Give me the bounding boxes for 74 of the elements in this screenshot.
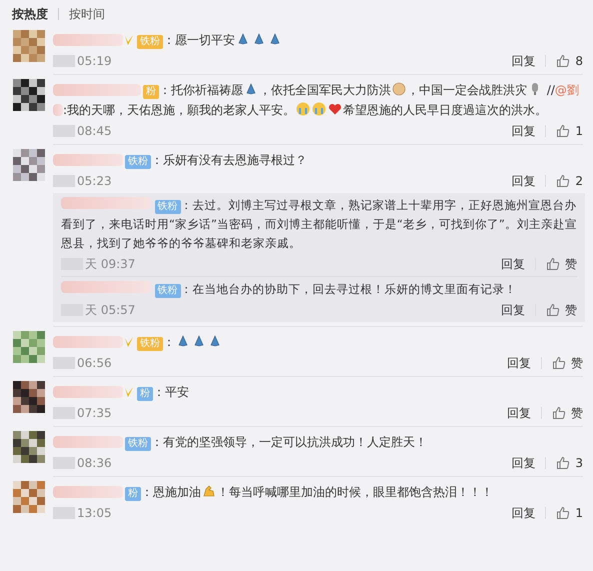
blurred-username: [53, 386, 123, 398]
reply-link[interactable]: 回复: [507, 404, 531, 422]
thumbs-up-icon: [552, 406, 566, 420]
like-button[interactable]: 2: [556, 172, 583, 190]
thumbs-up-icon: [552, 356, 566, 370]
reply-link[interactable]: 回复: [511, 172, 536, 190]
blurred-date: [53, 507, 75, 519]
reply-link[interactable]: 回复: [501, 301, 525, 319]
reply-text: 铁粉 ：在当地台办的协助下，回去寻过根！乐妍的博文里面有记录！: [61, 280, 577, 299]
fan-level-label: 铁粉: [154, 200, 181, 214]
comment-time: 13:05: [77, 505, 112, 522]
fan-level-label: 粉: [143, 85, 159, 99]
like-button[interactable]: 1: [556, 504, 583, 522]
fan-level-label: 粉: [125, 487, 141, 501]
comment-text: :我的天哪，天佑恩施，願我的老家人平安。 希望恩施的人民早日度過這次的洪水。: [63, 101, 548, 119]
comment-time: 05:19: [77, 53, 112, 70]
reply-link[interactable]: 回复: [511, 454, 536, 472]
blurred-username: [53, 336, 123, 348]
blurred-date: [53, 55, 75, 67]
fan-level-label: 铁粉: [125, 155, 151, 169]
blurred-username: [53, 34, 123, 46]
fan-level-label: 铁粉: [125, 437, 151, 451]
comment-time: 天 05:57: [85, 302, 136, 319]
comment-time: 08:36: [77, 455, 112, 472]
sort-tab[interactable]: 按时间: [69, 5, 105, 23]
blurred-date: [53, 407, 75, 419]
crying-face-icon: [312, 102, 326, 116]
comment-text: ：有党的坚强领导，一定可以抗洪成功！人定胜天！: [151, 434, 427, 451]
like-button[interactable]: 3: [556, 454, 583, 472]
blurred-username: [53, 436, 123, 448]
crying-face-icon: [296, 102, 310, 116]
comment-text: ：托你祈福祷愿 ，依托全国军民大力防洪 ，中国一定会战胜洪灾 //@劉: [159, 81, 579, 99]
reply-text: 铁粉 ：去过。刘博主写过寻根文章，熟记家谱上十辈用字，正好恩施州宣恩台办看到了，来电话时用“家乡话”当密码，而刘博主都能听懂，于是“老乡，可找到你了”。刘主亲赴宣恩县，找到了她爷爷的爷爷墓碑和老家亲戚。: [61, 196, 577, 252]
blurred-date: [53, 357, 75, 369]
like-button[interactable]: 赞: [546, 301, 577, 319]
like-button[interactable]: 赞: [552, 354, 583, 372]
reply-link[interactable]: 回复: [507, 354, 531, 372]
like-button[interactable]: 赞: [546, 255, 577, 273]
thumbs-up-icon: [546, 303, 560, 317]
fan-level-label: 铁粉: [137, 337, 163, 351]
thumbs-up-icon: [556, 506, 570, 520]
reply-link[interactable]: 回复: [511, 122, 536, 140]
fan-level-label: 粉: [137, 387, 153, 401]
blurred-username: [53, 104, 63, 116]
like-button[interactable]: 1: [556, 122, 583, 140]
blurred-username: [53, 486, 123, 498]
comment-text: ：愿一切平安: [163, 30, 283, 50]
thumbs-up-icon: [556, 174, 570, 188]
reply-link[interactable]: 回复: [501, 255, 525, 273]
sort-tab[interactable]: 按热度: [12, 5, 48, 23]
comment-time: 08:45: [77, 123, 112, 140]
blurred-username: [53, 154, 123, 166]
thumbs-up-icon: [556, 124, 570, 138]
thumbs-up-icon: [546, 257, 560, 271]
comment-time: 05:23: [77, 173, 112, 190]
blurred-date: [53, 175, 75, 187]
comment-time: 天 09:37: [85, 256, 136, 273]
blurred-date: [53, 125, 75, 137]
thumbs-up-icon: [556, 456, 570, 470]
fan-level-label: 铁粉: [154, 284, 181, 298]
comment-time: 06:56: [77, 355, 112, 372]
like-button[interactable]: 8: [556, 52, 583, 70]
reply-link[interactable]: 回复: [511, 504, 536, 522]
comment-time: 07:35: [77, 405, 112, 422]
comment-text: ：: [163, 332, 223, 352]
comment-text: ：乐妍有没有去恩施寻根过？: [151, 152, 307, 169]
reply-link[interactable]: 回复: [511, 52, 536, 70]
thumbs-up-icon: [556, 54, 570, 68]
comment-text: ：平安: [153, 384, 189, 401]
heart-icon: [328, 102, 342, 116]
fan-level-label: 铁粉: [137, 35, 163, 49]
like-button[interactable]: 赞: [552, 404, 583, 422]
comment-text: ：恩施加油 ！每当呼喊哪里加油的时候，眼里都饱含热泪！！！: [141, 483, 493, 501]
blurred-date: [53, 457, 75, 469]
